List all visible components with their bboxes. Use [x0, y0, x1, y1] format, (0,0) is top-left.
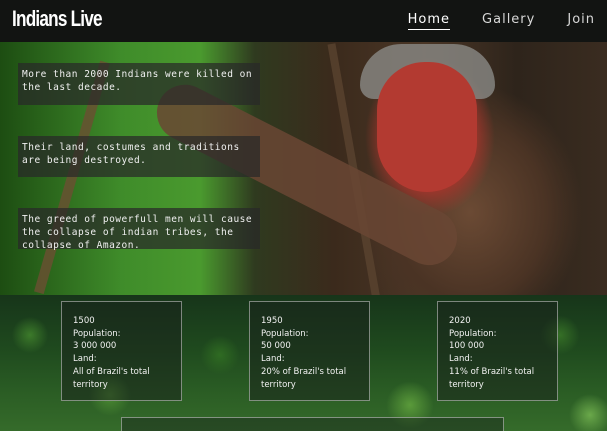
- hero-image: More than 2000 Indians were killed on th…: [0, 42, 607, 295]
- stat-land-value: 20% of Brazil's total territory: [261, 366, 347, 390]
- nav-home-link[interactable]: Home: [407, 12, 451, 30]
- stat-land-value: All of Brazil's total territory: [73, 366, 150, 390]
- nav-join-link[interactable]: Join: [567, 12, 595, 30]
- stat-land-label: Land:: [73, 354, 97, 365]
- stat-population-value: 3 000 000: [73, 341, 117, 352]
- stat-year: 2020: [449, 316, 471, 326]
- stat-card-2020: 2020 Population: 100 000 Land: 11% of Br…: [437, 301, 558, 401]
- stat-population-value: 50 000: [261, 341, 291, 352]
- fact-box-greed: The greed of powerfull men will cause th…: [18, 208, 260, 251]
- stats-section: 1500 Population: 3 000 000 Land: All of …: [0, 295, 607, 431]
- hero-decor-face: [377, 62, 477, 192]
- stat-year: 1950: [261, 316, 283, 326]
- fact-box-land: Their land, costumes and traditions are …: [18, 136, 260, 177]
- stat-card-1500: 1500 Population: 3 000 000 Land: All of …: [61, 301, 182, 401]
- stat-card-1950: 1950 Population: 50 000 Land: 20% of Bra…: [249, 301, 370, 401]
- stat-land-label: Land:: [449, 354, 473, 365]
- stat-population-label: Population:: [449, 328, 497, 339]
- stat-land-label: Land:: [261, 354, 285, 365]
- top-navbar: Indians Live Home Gallery Join: [0, 0, 607, 42]
- stat-population-label: Population:: [73, 328, 121, 339]
- page: Indians Live Home Gallery Join More than…: [0, 0, 607, 431]
- bottom-panel: [121, 417, 504, 431]
- main-nav: Home Gallery Join: [407, 12, 595, 30]
- stat-population-value: 100 000: [449, 341, 485, 352]
- nav-gallery-link[interactable]: Gallery: [482, 12, 535, 30]
- site-logo[interactable]: Indians Live: [12, 6, 103, 32]
- fact-box-killed: More than 2000 Indians were killed on th…: [18, 63, 260, 105]
- stat-land-value: 11% of Brazil's total territory: [449, 366, 535, 390]
- stat-population-label: Population:: [261, 328, 309, 339]
- stat-year: 1500: [73, 316, 95, 326]
